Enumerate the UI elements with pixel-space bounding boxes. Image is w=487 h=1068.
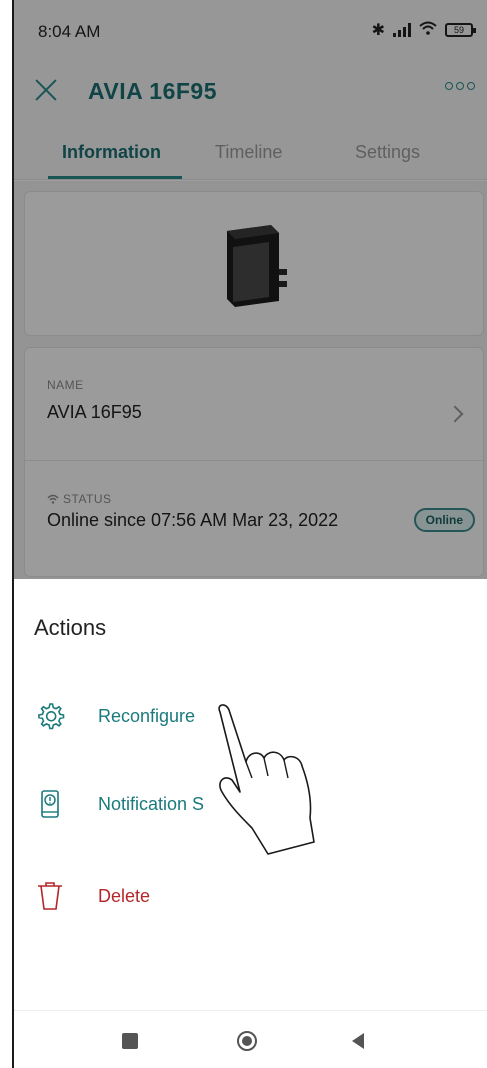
sheet-title: Actions [34, 615, 107, 640]
phone-notification-icon [41, 790, 59, 818]
back-button[interactable] [352, 1033, 364, 1049]
gear-icon [38, 703, 65, 730]
delete-action[interactable]: Delete [34, 876, 150, 916]
delete-label: Delete [98, 885, 151, 906]
recents-button[interactable] [122, 1033, 138, 1049]
home-button[interactable] [237, 1031, 257, 1051]
app-screen: 8:04 AM ✱ 59 AVIA 16F95 Information Time… [12, 0, 487, 1068]
dim-overlay[interactable] [12, 0, 487, 579]
notification-settings-label: Notification S [98, 793, 205, 814]
reconfigure-action[interactable]: Reconfigure [34, 696, 195, 736]
actions-sheet: Actions Reconfigure Notification S Delet… [12, 579, 487, 1068]
notification-settings-action[interactable]: Notification S [34, 784, 204, 824]
reconfigure-label: Reconfigure [98, 705, 196, 726]
frame-border [12, 0, 14, 1068]
system-nav-bar [12, 1010, 487, 1068]
trash-icon [38, 882, 62, 910]
